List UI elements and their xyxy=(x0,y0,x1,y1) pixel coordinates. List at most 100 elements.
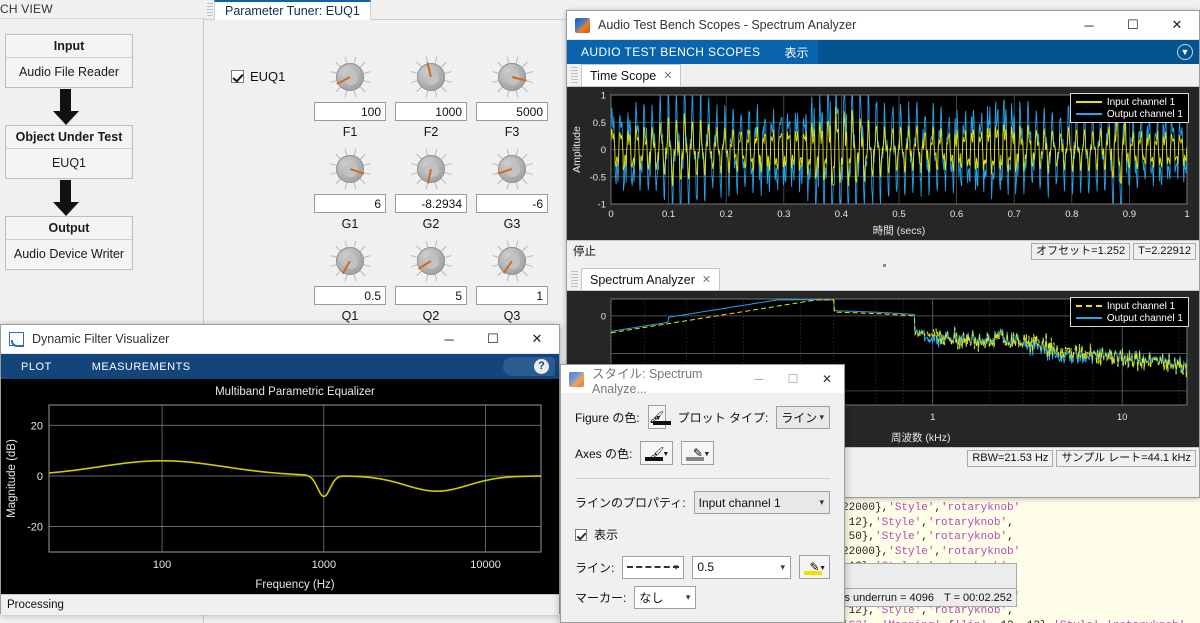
minimize-icon[interactable]: ─ xyxy=(427,325,471,354)
tab-spectrum-analyzer[interactable]: Spectrum Analyzer ✕ xyxy=(581,268,721,290)
scopes-title-text: Audio Test Bench Scopes - Spectrum Analy… xyxy=(598,18,857,32)
knob-g1[interactable] xyxy=(329,148,371,190)
legend-swatch-output xyxy=(1075,113,1102,115)
line-color-button[interactable]: ✎ ▼ xyxy=(799,555,830,579)
svg-text:Frequency (Hz): Frequency (Hz) xyxy=(255,579,334,591)
line-style-select[interactable]: ▾ xyxy=(622,555,685,579)
axes-color-row: Axes の色: 🖌 ▼ ✎ ▼ xyxy=(561,441,844,465)
minimize-icon[interactable]: ─ xyxy=(742,365,776,393)
knob-q3[interactable] xyxy=(491,240,533,282)
param-group-q3: Q3 xyxy=(466,240,558,323)
block-input[interactable]: Input Audio File Reader xyxy=(5,34,133,88)
block-oud-body: EUQ1 xyxy=(51,156,87,170)
param-group-f2: F2 xyxy=(385,56,477,139)
visible-checkbox-row[interactable]: 表示 xyxy=(561,526,844,543)
scopes-window-controls: ─ ☐ ✕ xyxy=(1067,11,1199,40)
tab-parameter-tuner[interactable]: Parameter Tuner: EUQ1 xyxy=(214,0,371,20)
field-g2[interactable] xyxy=(395,194,467,213)
close-icon[interactable]: ✕ xyxy=(702,273,711,286)
visible-checkbox[interactable] xyxy=(575,528,587,541)
plot-type-select[interactable]: ライン ▾ xyxy=(776,405,830,429)
menu-plot[interactable]: PLOT xyxy=(1,361,72,373)
param-group-g2: G2 xyxy=(385,148,477,231)
block-oud-head: Object Under Test xyxy=(6,126,132,149)
knob-f3[interactable] xyxy=(491,56,533,98)
svg-text:0.9: 0.9 xyxy=(1123,209,1136,220)
label-q2: Q2 xyxy=(422,309,440,323)
field-f1[interactable] xyxy=(314,102,386,121)
matlab-logo-icon xyxy=(569,371,584,387)
block-output[interactable]: Output Audio Device Writer xyxy=(5,216,133,270)
chevron-down-icon: ▼ xyxy=(703,451,711,458)
svg-text:0.1: 0.1 xyxy=(662,209,675,220)
help-button[interactable]: ? xyxy=(503,357,555,376)
svg-text:0: 0 xyxy=(601,311,606,322)
tab-drag-grip[interactable] xyxy=(571,67,578,85)
marker-label: マーカー: xyxy=(575,591,627,605)
line-property-row: ラインのプロパティ: Input channel 1 ▾ xyxy=(561,491,844,514)
arrow-input-to-oud xyxy=(53,89,79,125)
knob-g3[interactable] xyxy=(491,148,533,190)
dynamic-filter-visualizer-window: Dynamic Filter Visualizer ─ ☐ ✕ PLOT MEA… xyxy=(0,324,560,615)
label-g1: G1 xyxy=(341,217,359,231)
legend-swatch-input xyxy=(1075,305,1102,307)
marker-select[interactable]: なし ▾ xyxy=(634,586,697,609)
divider xyxy=(575,478,830,479)
tab-time-scope[interactable]: Time Scope ✕ xyxy=(581,64,682,86)
axes-line-color-button[interactable]: ✎ ▼ xyxy=(681,441,715,465)
field-g3[interactable] xyxy=(476,194,548,213)
chevron-down-icon: ▾ xyxy=(780,561,786,572)
visible-label: 表示 xyxy=(594,528,619,542)
field-f2[interactable] xyxy=(395,102,467,121)
field-g1[interactable] xyxy=(314,194,386,213)
close-icon[interactable]: ✕ xyxy=(515,325,559,354)
field-q1[interactable] xyxy=(314,286,386,305)
knob-q1[interactable] xyxy=(329,240,371,282)
tuner-drag-grip[interactable] xyxy=(207,3,213,17)
field-q3[interactable] xyxy=(476,286,548,305)
svg-text:Amplitude: Amplitude xyxy=(571,126,583,173)
time-scope-offset: オフセット=1.252 xyxy=(1031,242,1131,260)
minimize-icon[interactable]: ─ xyxy=(1067,11,1111,40)
tuner-enable-row[interactable]: EUQ1 xyxy=(231,69,285,84)
line-width-select[interactable]: 0.5 ▾ xyxy=(692,555,792,579)
euq1-checkbox[interactable] xyxy=(231,70,244,83)
knob-f1[interactable] xyxy=(329,56,371,98)
axes-fill-color-button[interactable]: 🖌 ▼ xyxy=(640,441,674,465)
ribbon-filler xyxy=(818,40,1199,64)
scopes-title-bar[interactable]: Audio Test Bench Scopes - Spectrum Analy… xyxy=(567,11,1199,40)
tab-drag-grip[interactable] xyxy=(571,271,578,289)
status-time: T = 00:02.252 xyxy=(944,591,1012,604)
svg-text:0.8: 0.8 xyxy=(1065,209,1078,220)
field-q2[interactable] xyxy=(395,286,467,305)
scopes-splitter[interactable] xyxy=(567,261,1199,268)
knob-f2[interactable] xyxy=(410,56,452,98)
dfv-title-bar[interactable]: Dynamic Filter Visualizer ─ ☐ ✕ xyxy=(1,325,559,354)
style-title-bar[interactable]: スタイル: Spectrum Analyze... ─ ☐ ✕ xyxy=(561,365,844,396)
label-g2: G2 xyxy=(422,217,440,231)
close-icon[interactable]: ✕ xyxy=(1155,11,1199,40)
field-f3[interactable] xyxy=(476,102,548,121)
svg-text:1: 1 xyxy=(930,412,935,423)
chevron-down-icon[interactable]: ▼ xyxy=(1177,44,1193,60)
svg-text:100: 100 xyxy=(153,559,171,571)
knob-q2[interactable] xyxy=(410,240,452,282)
ribbon-tab-display[interactable]: 表示 xyxy=(774,44,818,61)
maximize-icon[interactable]: ☐ xyxy=(471,325,515,354)
line-property-select[interactable]: Input channel 1 ▾ xyxy=(693,491,830,514)
figure-color-picker-button[interactable]: 🖌 ▼ xyxy=(647,405,671,429)
knob-g2[interactable] xyxy=(410,148,452,190)
menu-measurements[interactable]: MEASUREMENTS xyxy=(72,361,211,373)
legend-label-output: Output channel 1 xyxy=(1106,108,1183,120)
line-property-label: ラインのプロパティ: xyxy=(575,496,686,510)
close-icon[interactable]: ✕ xyxy=(663,69,672,82)
status-underrun: s underrun = 4096 xyxy=(844,591,934,604)
param-group-f1: F1 xyxy=(304,56,396,139)
svg-text:1000: 1000 xyxy=(312,559,336,571)
maximize-icon[interactable]: ☐ xyxy=(776,365,810,393)
maximize-icon[interactable]: ☐ xyxy=(1111,11,1155,40)
matlab-status-bar: s underrun = 4096 T = 00:02.252 xyxy=(831,588,1017,607)
close-icon[interactable]: ✕ xyxy=(810,365,844,393)
block-object-under-test[interactable]: Object Under Test EUQ1 xyxy=(5,125,133,179)
ribbon-tab-audio-test-bench-scopes[interactable]: AUDIO TEST BENCH SCOPES xyxy=(567,40,774,64)
